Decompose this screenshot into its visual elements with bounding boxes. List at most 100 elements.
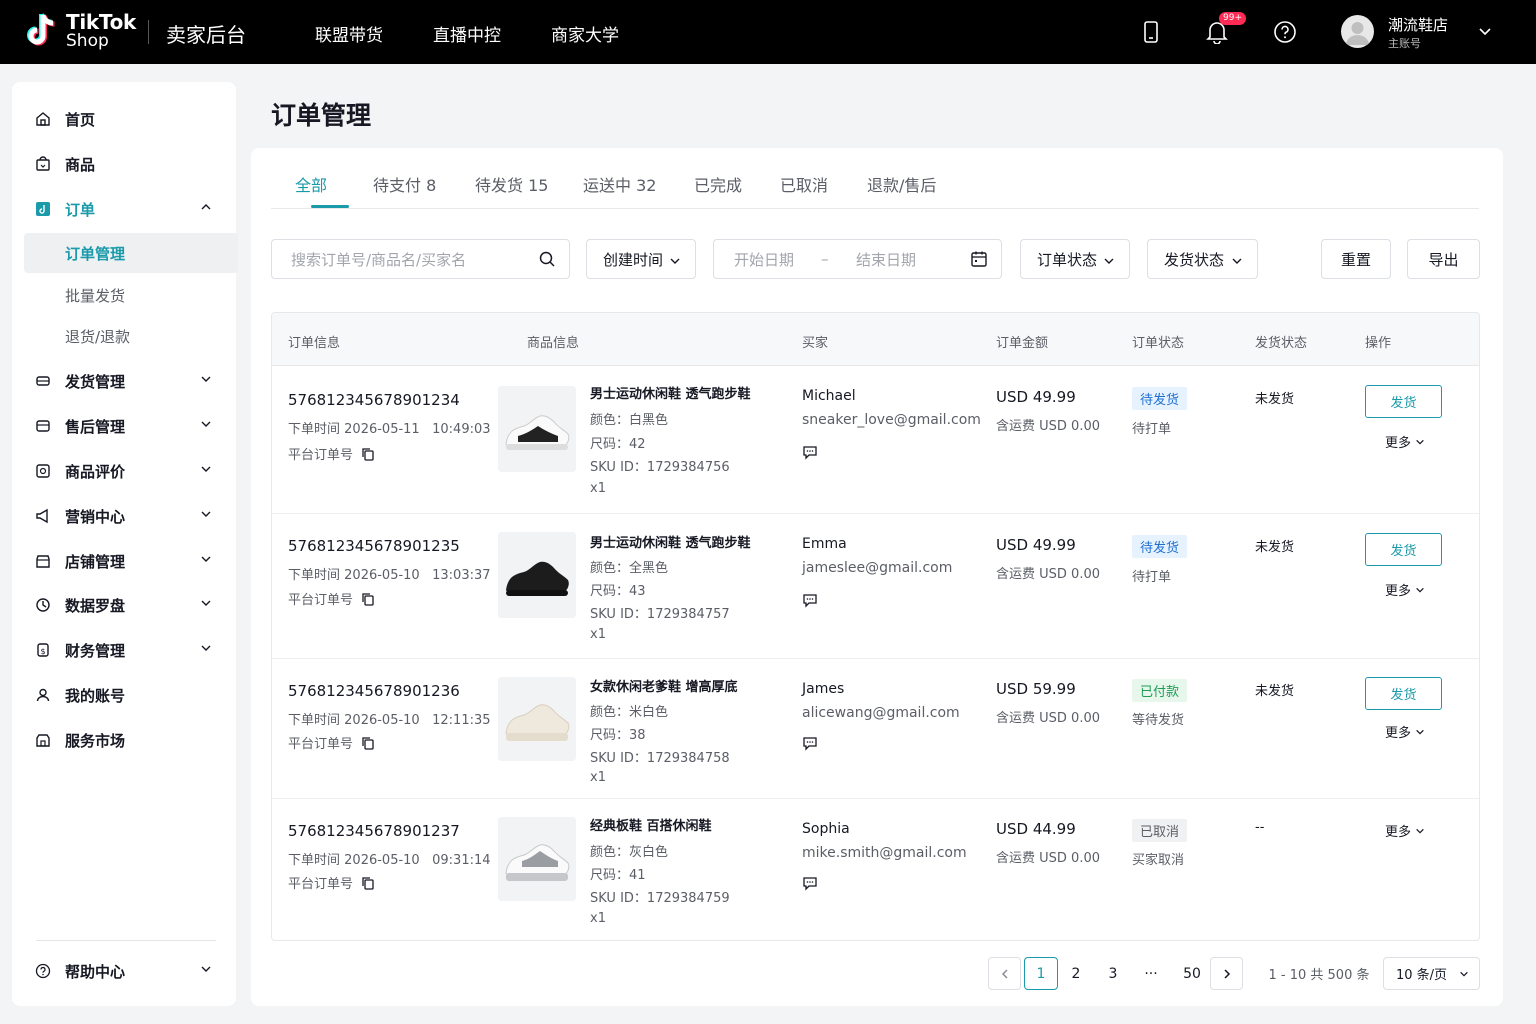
copy-icon[interactable]	[361, 592, 375, 610]
ship-button[interactable]: 发货	[1365, 677, 1442, 710]
buyer-name: Sophia	[802, 821, 850, 837]
tab-pending-shipment[interactable]: 待发货 15	[475, 172, 548, 196]
product-color: 颜色：米白色	[590, 705, 669, 720]
tab-in-transit[interactable]: 运送中 32	[583, 172, 656, 196]
avatar[interactable]	[1341, 15, 1374, 48]
page-2-button[interactable]: 2	[1062, 957, 1090, 990]
tab-cancelled[interactable]: 已取消	[780, 172, 828, 196]
sidebar-item-store[interactable]: 店铺管理	[12, 541, 236, 581]
more-button[interactable]: 更多	[1385, 821, 1425, 840]
nav-live-console[interactable]: 直播中控	[433, 21, 501, 46]
product-name[interactable]: 经典板鞋 百搭休闲鞋	[590, 815, 712, 834]
column-order-info: 订单信息	[288, 336, 341, 351]
sidebar-item-shipping[interactable]: 发货管理	[12, 361, 236, 401]
chevron-down-icon	[200, 418, 212, 434]
sidebar-item-products[interactable]: 商品	[12, 144, 236, 184]
product-thumbnail[interactable]	[498, 817, 576, 901]
search-input[interactable]: 搜索订单号/商品名/买家名	[271, 239, 570, 279]
chat-icon[interactable]	[802, 735, 818, 755]
sidebar-item-service-market[interactable]: 服务市场	[12, 720, 236, 760]
next-page-button[interactable]	[1210, 957, 1243, 990]
phone-icon[interactable]	[1137, 18, 1165, 46]
page-title: 订单管理	[271, 101, 372, 130]
order-number[interactable]: 576812345678901234	[288, 391, 460, 409]
sidebar-item-aftersale[interactable]: 售后管理	[12, 406, 236, 446]
product-name[interactable]: 男士运动休闲鞋 透气跑步鞋	[590, 532, 751, 551]
page-50-button[interactable]: 50	[1175, 957, 1209, 990]
order-number[interactable]: 576812345678901237	[288, 822, 460, 840]
column-amount: 订单金额	[996, 336, 1049, 351]
chevron-down-icon	[200, 508, 212, 524]
ship-button[interactable]: 发货	[1365, 385, 1442, 418]
sidebar-item-reviews[interactable]: 商品评价	[12, 451, 236, 491]
search-icon[interactable]	[538, 250, 556, 272]
order-number[interactable]: 576812345678901236	[288, 682, 460, 700]
order-time-label: 下单时间	[288, 853, 341, 868]
user-icon	[34, 686, 52, 704]
sidebar-item-orders[interactable]: 订单	[12, 189, 236, 229]
sidebar-item-data[interactable]: 数据罗盘	[12, 585, 236, 625]
product-name[interactable]: 男士运动休闲鞋 透气跑步鞋	[590, 383, 751, 402]
tab-all[interactable]: 全部	[295, 172, 327, 196]
sidebar-divider	[36, 940, 216, 941]
sidebar-item-help[interactable]: 帮助中心	[12, 951, 236, 991]
product-thumbnail[interactable]	[498, 386, 576, 472]
page-3-button[interactable]: 3	[1099, 957, 1127, 990]
product-thumbnail[interactable]	[498, 532, 576, 618]
chat-icon[interactable]	[802, 592, 818, 612]
sidebar-subitem-bulk-ship[interactable]: 批量发货	[24, 275, 238, 315]
more-button[interactable]: 更多	[1385, 580, 1425, 599]
sidebar-item-home[interactable]: 首页	[12, 99, 236, 139]
tab-completed[interactable]: 已完成	[694, 172, 742, 196]
prev-page-button[interactable]	[988, 957, 1021, 990]
start-date-input[interactable]: 开始日期	[734, 249, 794, 270]
sidebar-item-account[interactable]: 我的账号	[12, 675, 236, 715]
chat-icon[interactable]	[802, 875, 818, 895]
chevron-down-icon[interactable]	[1478, 24, 1492, 42]
chevron-down-icon	[200, 597, 212, 613]
calendar-icon[interactable]	[970, 250, 988, 272]
sidebar: 首页 商品 订单 订单管理 批量发货 退货/退款 发货管理 售后管理 商品评价 …	[12, 82, 238, 1006]
sidebar-subitem-returns[interactable]: 退货/退款	[24, 316, 238, 356]
header-divider	[148, 20, 149, 44]
sidebar-item-label: 服务市场	[65, 731, 126, 750]
tab-pending-payment[interactable]: 待支付 8	[373, 172, 436, 196]
tab-refund[interactable]: 退款/售后	[867, 172, 936, 196]
end-date-input[interactable]: 结束日期	[856, 249, 916, 270]
order-number[interactable]: 576812345678901235	[288, 537, 460, 555]
page-1-button[interactable]: 1	[1024, 957, 1058, 990]
page-ellipsis[interactable]: ···	[1137, 957, 1165, 990]
copy-icon[interactable]	[361, 447, 375, 465]
order-status-select[interactable]: 订单状态	[1020, 239, 1130, 279]
page-size-select[interactable]: 10 条/页	[1383, 957, 1480, 990]
sidebar-item-finance[interactable]: $ 财务管理	[12, 630, 236, 670]
copy-icon[interactable]	[361, 876, 375, 894]
chat-icon[interactable]	[802, 444, 818, 464]
console-title: 卖家后台	[166, 23, 246, 47]
date-range-picker[interactable]: 开始日期 – 结束日期	[713, 239, 1002, 279]
sidebar-item-label: 帮助中心	[65, 962, 126, 981]
sidebar-item-marketing[interactable]: 营销中心	[12, 496, 236, 536]
export-button[interactable]: 导出	[1407, 239, 1480, 279]
more-button[interactable]: 更多	[1385, 432, 1425, 451]
help-circle-icon[interactable]	[1271, 18, 1299, 46]
product-thumbnail[interactable]	[498, 677, 576, 761]
ship-button[interactable]: 发货	[1365, 533, 1442, 566]
nav-seller-university[interactable]: 商家大学	[551, 21, 619, 46]
bell-icon[interactable]: 99+	[1203, 12, 1246, 46]
status-badge: 待发货	[1132, 535, 1188, 558]
order-time-label: 下单时间	[288, 422, 341, 437]
product-name[interactable]: 女款休闲老爹鞋 增高厚底	[590, 676, 738, 695]
copy-icon[interactable]	[361, 736, 375, 754]
tiktok-shop-logo[interactable]: TikTok Shop	[24, 12, 136, 50]
chevron-down-icon	[200, 373, 212, 389]
order-time: 10:49:03	[432, 422, 491, 437]
reset-button[interactable]: 重置	[1321, 239, 1391, 279]
nav-affiliate[interactable]: 联盟带货	[315, 21, 383, 46]
chevron-down-icon	[200, 963, 212, 979]
user-name[interactable]: 潮流鞋店	[1388, 14, 1448, 35]
create-time-select[interactable]: 创建时间	[586, 239, 696, 279]
more-button[interactable]: 更多	[1385, 722, 1425, 741]
sidebar-subitem-order-management[interactable]: 订单管理	[24, 233, 238, 273]
ship-status-select[interactable]: 发货状态	[1147, 239, 1258, 279]
